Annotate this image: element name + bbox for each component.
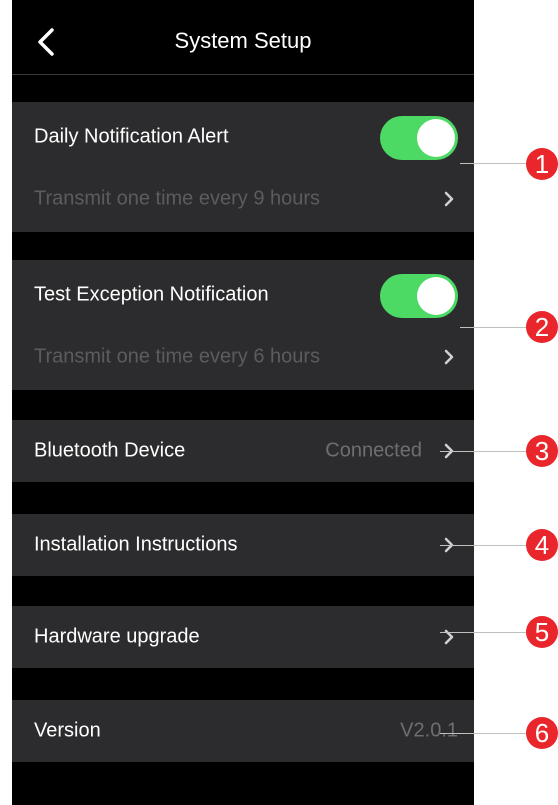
callout-line-6 xyxy=(440,733,530,734)
callout-badge-2: 2 xyxy=(526,311,558,343)
version-row: Version V2.0.1 xyxy=(12,700,474,762)
hardware-label: Hardware upgrade xyxy=(34,625,200,648)
toggle-knob xyxy=(417,277,455,315)
daily-alert-interval: Transmit one time every 9 hours xyxy=(34,187,321,210)
bluetooth-card: Bluetooth Device Connected xyxy=(12,420,474,482)
hardware-card: Hardware upgrade xyxy=(12,606,474,668)
test-exception-interval-row[interactable]: Transmit one time every 6 hours xyxy=(12,326,474,388)
installation-row[interactable]: Installation Instructions xyxy=(12,514,474,576)
callout-line-1 xyxy=(460,163,530,164)
daily-alert-card: Daily Notification Alert Transmit one ti… xyxy=(12,102,474,232)
bluetooth-row[interactable]: Bluetooth Device Connected xyxy=(12,420,474,482)
test-exception-card: Test Exception Notification Transmit one… xyxy=(12,260,474,390)
daily-alert-interval-row[interactable]: Transmit one time every 9 hours xyxy=(12,168,474,230)
callout-badge-4: 4 xyxy=(526,529,558,561)
test-exception-label: Test Exception Notification xyxy=(34,283,269,306)
callout-badge-6: 6 xyxy=(526,717,558,749)
daily-alert-toggle[interactable] xyxy=(380,116,458,160)
callout-line-3 xyxy=(440,451,530,452)
callout-line-5 xyxy=(440,632,530,633)
callout-badge-5: 5 xyxy=(526,616,558,648)
installation-card: Installation Instructions xyxy=(12,514,474,576)
callout-line-2 xyxy=(460,327,530,328)
nav-bar: System Setup xyxy=(12,0,474,75)
bluetooth-label: Bluetooth Device xyxy=(34,439,186,462)
version-value: V2.0.1 xyxy=(400,719,458,742)
hardware-row[interactable]: Hardware upgrade xyxy=(12,606,474,668)
toggle-knob xyxy=(417,119,455,157)
chevron-right-icon xyxy=(444,191,454,207)
version-label: Version xyxy=(34,719,101,742)
callout-line-4 xyxy=(440,545,530,546)
settings-screen: System Setup Daily Notification Alert Tr… xyxy=(12,0,474,805)
chevron-right-icon xyxy=(444,629,454,645)
callout-badge-3: 3 xyxy=(526,435,558,467)
version-card: Version V2.0.1 xyxy=(12,700,474,762)
test-exception-toggle[interactable] xyxy=(380,274,458,318)
test-exception-interval: Transmit one time every 6 hours xyxy=(34,345,321,368)
bluetooth-status: Connected xyxy=(325,439,422,462)
installation-label: Installation Instructions xyxy=(34,533,238,556)
page-title: System Setup xyxy=(174,28,312,53)
chevron-right-icon xyxy=(444,349,454,365)
daily-alert-label: Daily Notification Alert xyxy=(34,125,229,148)
callout-badge-1: 1 xyxy=(526,148,558,180)
